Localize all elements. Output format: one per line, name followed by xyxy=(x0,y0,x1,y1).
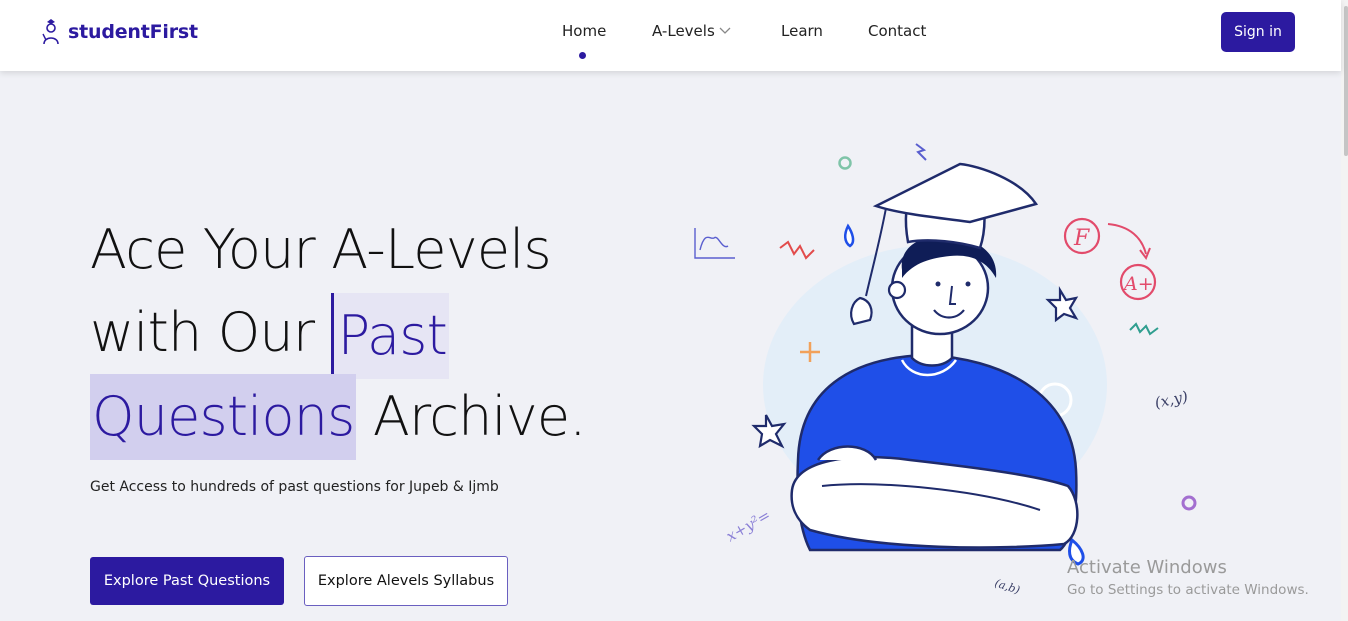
nav-learn[interactable]: Learn xyxy=(781,22,823,40)
drop-icon xyxy=(844,223,855,248)
zigzag-icon xyxy=(915,143,927,161)
math-notation: x+y²= xyxy=(723,506,774,546)
windows-activation-title: Activate Windows xyxy=(1067,557,1227,578)
nav-home[interactable]: Home xyxy=(562,22,606,40)
chevron-down-icon[interactable] xyxy=(719,27,731,35)
scrollbar-thumb[interactable] xyxy=(1344,6,1348,156)
math-notation: (x,y) xyxy=(1153,387,1190,412)
hero-heading-text: with Our xyxy=(90,301,331,364)
svg-text:F: F xyxy=(1073,226,1090,251)
hero-heading-line-3: Questions Archive. xyxy=(90,374,586,460)
highlighted-word-questions: Questions xyxy=(90,374,357,460)
top-navbar: studentFirst Home A-Levels Learn Contact… xyxy=(0,0,1341,71)
graduate-logo-icon xyxy=(42,19,59,45)
brand-name: studentFirst xyxy=(68,21,198,43)
student-illustration: F A+ (x,y) (a,b) x+y²= xyxy=(694,143,1197,597)
circle-decoration-icon xyxy=(838,156,852,170)
hero-subtitle: Get Access to hundreds of past questions… xyxy=(90,479,499,495)
math-notation: (a,b) xyxy=(993,576,1021,596)
hero-heading-line-2: with Our Past xyxy=(90,290,449,380)
page-scrollbar[interactable] xyxy=(1341,0,1348,621)
hero-heading-line-1: Ace Your A-Levels xyxy=(90,218,552,281)
highlighted-word-past: Past xyxy=(330,293,449,380)
zigzag-green-icon xyxy=(1129,322,1159,336)
explore-past-questions-button[interactable]: Explore Past Questions xyxy=(90,557,284,605)
brand-logo[interactable]: studentFirst xyxy=(40,16,198,48)
svg-text:A+: A+ xyxy=(1122,273,1154,295)
nav-a-levels[interactable]: A-Levels xyxy=(652,22,715,40)
nav-contact[interactable]: Contact xyxy=(868,22,926,40)
circle-decoration-icon xyxy=(1181,495,1197,511)
grade-improvement-icon: F A+ xyxy=(1063,217,1157,301)
sign-in-button[interactable]: Sign in xyxy=(1221,12,1295,52)
hero-heading-text: Archive. xyxy=(356,385,587,448)
active-nav-indicator xyxy=(579,52,586,59)
explore-syllabus-button[interactable]: Explore Alevels Syllabus xyxy=(304,556,508,606)
windows-activation-subtitle: Go to Settings to activate Windows. xyxy=(1067,582,1309,598)
zigzag-red-icon xyxy=(779,240,815,260)
graph-icon xyxy=(694,228,735,259)
